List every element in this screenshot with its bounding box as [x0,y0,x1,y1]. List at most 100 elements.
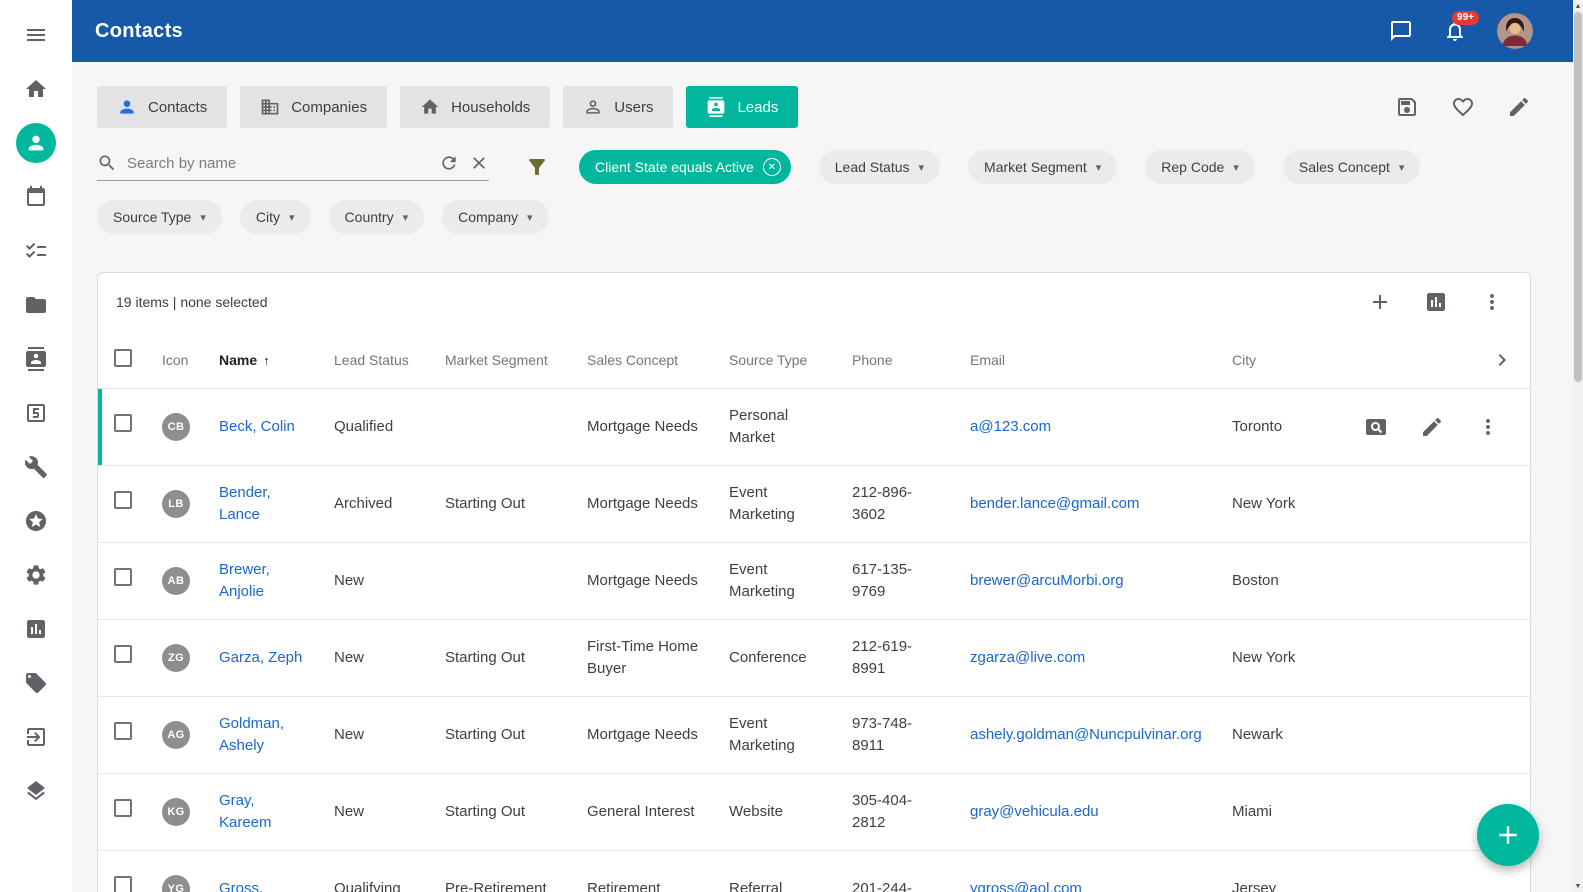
contact-name-link[interactable]: Garza, Zeph [219,649,302,666]
market-segment-filter[interactable]: Market Segment▾ [968,150,1117,184]
messages-button[interactable] [1389,19,1413,43]
chip-label: Company [458,209,518,225]
lead-status-filter[interactable]: Lead Status▾ [819,150,940,184]
email-link[interactable]: bender.lance@gmail.com [970,495,1139,512]
scroll-down-arrow[interactable]: ▼ [1573,880,1583,892]
tab-users[interactable]: Users [563,86,673,128]
row-checkbox[interactable] [114,645,132,663]
row-checkbox[interactable] [114,876,132,892]
edit-view-button[interactable] [1507,95,1531,119]
contact-name-link[interactable]: Beck, Colin [219,418,295,435]
email-link[interactable]: gray@vehicula.edu [970,803,1099,820]
row-checkbox[interactable] [114,491,132,509]
chevron-right-icon[interactable] [1490,348,1514,372]
active-filter-chip[interactable]: Client State equals Active✕ [579,150,791,184]
sidebar-item-calendar[interactable] [8,170,64,224]
company-filter[interactable]: Company▾ [442,200,548,234]
contact-name-link[interactable]: Goldman, Ashely [219,715,284,755]
table-row[interactable]: ZG Garza, Zeph New Starting Out First-Ti… [98,620,1530,697]
column-header-phone[interactable]: Phone [852,352,970,368]
filter-bar: Client State equals Active✕ Lead Status▾… [97,150,1531,184]
column-header-name[interactable]: Name↑ [219,352,334,368]
email-link[interactable]: ygross@aol.com [970,880,1082,892]
more-options-button[interactable] [1480,290,1504,314]
kebab-icon[interactable] [1476,415,1500,439]
row-checkbox[interactable] [114,722,132,740]
table-row[interactable]: CB Beck, Colin Qualified Mortgage Needs … [98,389,1530,466]
table-row[interactable]: LB Bender, Lance Archived Starting Out M… [98,466,1530,543]
column-header-sales-concept[interactable]: Sales Concept [587,352,729,368]
sidebar-item-tasks[interactable] [8,224,64,278]
select-all-checkbox[interactable] [114,349,132,367]
column-header-lead-status[interactable]: Lead Status [334,352,445,368]
column-header-city[interactable]: City [1232,352,1362,368]
country-filter[interactable]: Country▾ [329,200,425,234]
selection-status: 19 items | none selected [116,294,268,310]
rep-code-filter[interactable]: Rep Code▾ [1145,150,1255,184]
sidebar-item-signout[interactable] [8,710,64,764]
clear-search-icon[interactable] [469,153,489,173]
app-header: Contacts 99+ [72,0,1573,62]
add-contact-fab[interactable] [1477,804,1539,866]
sidebar-item-contact-cards[interactable] [8,332,64,386]
email-link[interactable]: zgarza@live.com [970,649,1085,666]
row-icon-cell: YG [158,875,219,892]
sidebar-item-settings[interactable] [8,548,64,602]
scroll-up-arrow[interactable]: ▲ [1573,0,1583,12]
email-link[interactable]: ashely.goldman@Nuncpulvinar.org [970,726,1202,743]
tab-leads[interactable]: Leads [686,86,798,128]
sidebar-item-tools[interactable] [8,440,64,494]
source-type-filter[interactable]: Source Type▾ [97,200,222,234]
city-filter[interactable]: City▾ [240,200,311,234]
table-row[interactable]: AB Brewer, Anjolie New Mortgage Needs Ev… [98,543,1530,620]
row-checkbox[interactable] [114,414,132,432]
chart-view-button[interactable] [1424,290,1448,314]
contact-name-link[interactable]: Gray, Kareem [219,792,272,832]
table-row[interactable]: AG Goldman, Ashely New Starting Out Mort… [98,697,1530,774]
sidebar-item-home[interactable] [8,62,64,116]
chip-label: Source Type [113,209,191,225]
row-icon-cell: AG [158,721,219,749]
notifications-button[interactable]: 99+ [1443,19,1467,43]
email-link[interactable]: brewer@arcuMorbi.org [970,572,1124,589]
scrollbar-thumb[interactable] [1574,12,1582,382]
tab-companies[interactable]: Companies [240,86,387,128]
table-actions [1368,290,1504,314]
filter-button[interactable] [525,155,549,179]
table-row[interactable]: YG Gross, Qualifying Pre-Retirement Reti… [98,851,1530,892]
module-tabs: Contacts Companies Households Users Lead… [97,86,1531,128]
view-actions [1395,95,1531,119]
edit-icon[interactable] [1420,415,1444,439]
sidebar-item-contacts[interactable] [8,116,64,170]
email-link[interactable]: a@123.com [970,418,1051,435]
menu-button[interactable] [8,8,64,62]
tab-contacts[interactable]: Contacts [97,86,227,128]
sales-concept-filter[interactable]: Sales Concept▾ [1283,150,1421,184]
remove-filter-icon[interactable]: ✕ [763,158,781,176]
sidebar-item-tags[interactable] [8,656,64,710]
search-input[interactable] [127,155,429,172]
sidebar-item-layers[interactable] [8,764,64,818]
sidebar-item-documents[interactable] [8,278,64,332]
contact-name-link[interactable]: Gross, [219,880,263,892]
table-row[interactable]: KG Gray, Kareem New Starting Out General… [98,774,1530,851]
row-checkbox[interactable] [114,799,132,817]
sidebar-item-reports[interactable] [8,602,64,656]
sidebar-item-favorites[interactable] [8,494,64,548]
row-checkbox[interactable] [114,568,132,586]
preview-icon[interactable] [1364,415,1388,439]
contact-name-link[interactable]: Brewer, Anjolie [219,561,270,601]
source-type-cell: Event Marketing [729,559,852,604]
column-header-email[interactable]: Email [970,352,1232,368]
column-header-source-type[interactable]: Source Type [729,352,852,368]
save-view-button[interactable] [1395,95,1419,119]
column-header-market-segment[interactable]: Market Segment [445,352,587,368]
vertical-scrollbar[interactable]: ▲ ▼ [1573,0,1583,892]
refresh-icon[interactable] [439,153,459,173]
sidebar-item-number5[interactable] [8,386,64,440]
user-avatar[interactable] [1497,13,1533,49]
contact-name-link[interactable]: Bender, Lance [219,484,271,524]
tab-households[interactable]: Households [400,86,550,128]
add-record-button[interactable] [1368,290,1392,314]
favorite-button[interactable] [1451,95,1475,119]
